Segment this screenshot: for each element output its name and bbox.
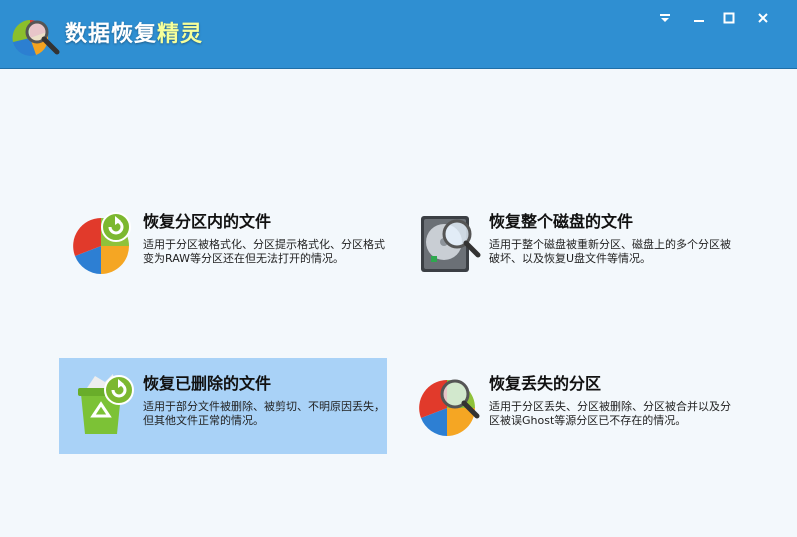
app-title: 数据恢复精灵 (65, 16, 203, 48)
option-title: 恢复丢失的分区 (489, 374, 602, 393)
pie-refresh-icon (73, 212, 131, 274)
title-bar: 数据恢复精灵 (0, 0, 797, 69)
option-title: 恢复整个磁盘的文件 (489, 212, 634, 231)
pie-magnifier-icon (419, 379, 480, 436)
close-button[interactable] (752, 8, 774, 28)
app-title-main: 数据恢复 (65, 22, 158, 47)
minimize-icon (694, 20, 704, 22)
maximize-icon (723, 12, 735, 24)
maximize-button[interactable] (718, 8, 740, 28)
option-description: 适用于部分文件被删除、被剪切、不明原因丢失，但其他文件正常的情况。 (143, 400, 385, 427)
menu-button[interactable] (654, 8, 676, 28)
minimize-button[interactable] (688, 8, 710, 28)
option-description: 适用于分区被格式化、分区提示格式化、分区格式变为RAW等分区还在但无法打开的情况… (143, 238, 385, 265)
option-description: 适用于分区丢失、分区被删除、分区被合并以及分区被误Ghost等源分区已不存在的情… (489, 400, 731, 427)
close-icon (758, 13, 768, 23)
app-logo-icon (12, 19, 60, 56)
app-title-accent: 精灵 (157, 22, 204, 47)
recycle-bin-refresh-icon (78, 374, 134, 434)
main-content: 恢复分区内的文件 适用于分区被格式化、分区提示格式化、分区格式变为RAW等分区还… (0, 69, 797, 537)
option-recover-deleted-files[interactable]: 恢复已删除的文件 适用于部分文件被删除、被剪切、不明原因丢失，但其他文件正常的情… (59, 358, 387, 454)
option-recover-lost-partition[interactable]: 恢复丢失的分区 适用于分区丢失、分区被删除、分区被合并以及分区被误Ghost等源… (405, 358, 733, 454)
option-recover-disk-files[interactable]: 恢复整个磁盘的文件 适用于整个磁盘被重新分区、磁盘上的多个分区被破坏、以及恢复U… (405, 196, 733, 292)
option-description: 适用于整个磁盘被重新分区、磁盘上的多个分区被破坏、以及恢复U盘文件等情况。 (489, 238, 731, 265)
option-title: 恢复分区内的文件 (143, 212, 272, 231)
menu-dropdown-icon (660, 14, 670, 22)
option-title: 恢复已删除的文件 (143, 374, 272, 393)
hard-disk-magnifier-icon (421, 216, 481, 272)
option-recover-partition-files[interactable]: 恢复分区内的文件 适用于分区被格式化、分区提示格式化、分区格式变为RAW等分区还… (59, 196, 387, 292)
